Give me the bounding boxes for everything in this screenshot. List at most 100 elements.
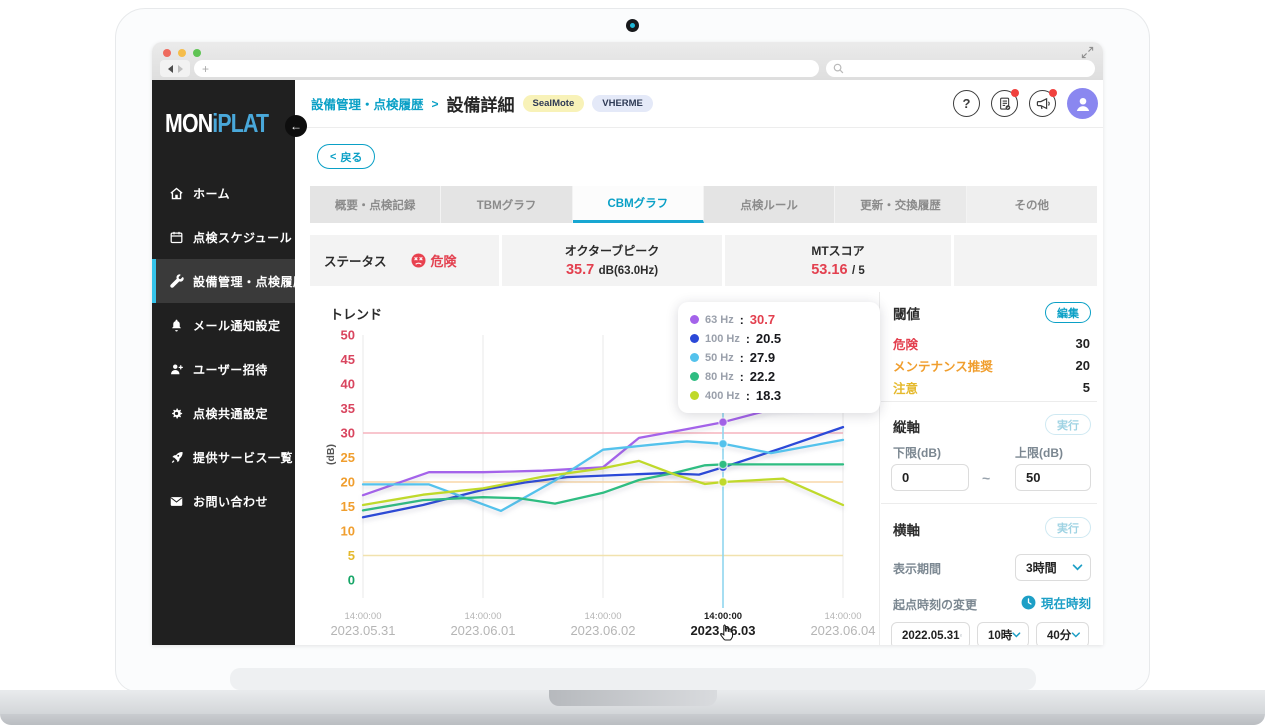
edit-threshold-button[interactable]: 編集 bbox=[1045, 302, 1091, 323]
origin-date-input[interactable]: 2022.05.31 bbox=[891, 622, 970, 645]
back-button[interactable]: < 戻る bbox=[317, 144, 375, 169]
status-cell: ステータス 危険 bbox=[310, 235, 499, 286]
mt-score-suffix: / 5 bbox=[852, 265, 865, 277]
tab-tbm-graph[interactable]: TBMグラフ bbox=[441, 186, 572, 223]
browser-navrow: + bbox=[160, 60, 1095, 77]
moniplat-logo: MONiPLAT bbox=[165, 108, 272, 139]
svg-text:2023.06.01: 2023.06.01 bbox=[450, 623, 515, 638]
search-icon bbox=[833, 63, 844, 74]
webcam-icon bbox=[626, 19, 639, 32]
status-label: ステータス bbox=[324, 251, 387, 270]
laptop-hinge bbox=[230, 668, 1036, 690]
url-bar[interactable]: + bbox=[194, 60, 819, 77]
status-empty-cell bbox=[954, 235, 1097, 286]
sidebar-item-mail-settings[interactable]: メール通知設定 bbox=[152, 303, 295, 347]
svg-text:2023.05.31: 2023.05.31 bbox=[330, 623, 395, 638]
threshold-row: 危険30 bbox=[893, 332, 1090, 354]
tooltip-row: 100 Hz:20.5 bbox=[690, 329, 868, 348]
tooltip-series-label: 100 Hz bbox=[705, 333, 740, 345]
tooltip-row: 80 Hz:22.2 bbox=[690, 367, 868, 386]
announcements-button[interactable] bbox=[1029, 90, 1056, 117]
section-divider bbox=[881, 503, 1097, 504]
tab-other[interactable]: その他 bbox=[967, 186, 1097, 223]
sidebar-item-label: お問い合わせ bbox=[193, 493, 268, 510]
sidebar-item-home[interactable]: ホーム bbox=[152, 171, 295, 215]
svg-text:14:00:00: 14:00:00 bbox=[345, 611, 382, 622]
sidebar-item-schedule[interactable]: 点検スケジュール bbox=[152, 215, 295, 259]
display-period-select[interactable]: 3時間 bbox=[1015, 554, 1091, 581]
tab-rules[interactable]: 点検ルール bbox=[704, 186, 835, 223]
svg-text:14:00:00: 14:00:00 bbox=[704, 611, 742, 622]
svg-text:25: 25 bbox=[341, 450, 355, 465]
sidebar-item-equipment[interactable]: 設備管理・点検履歴 bbox=[152, 259, 295, 303]
rocket-icon bbox=[169, 450, 184, 465]
tooltip-row: 50 Hz:27.9 bbox=[690, 348, 868, 367]
person-icon bbox=[1072, 93, 1094, 115]
tooltip-colon: : bbox=[740, 313, 744, 327]
tab-history[interactable]: 更新・交換履歴 bbox=[835, 186, 966, 223]
document-icon bbox=[997, 96, 1013, 112]
threshold-value: 20 bbox=[1076, 358, 1090, 373]
home-icon bbox=[169, 186, 184, 201]
equipment-badge-vherme: VHERME bbox=[592, 95, 653, 112]
logo-part-plat: PLAT bbox=[217, 108, 268, 138]
octave-peak-number: 35.7 bbox=[566, 262, 594, 278]
sidebar-item-label: 設備管理・点検履歴 bbox=[193, 273, 306, 290]
tab-overview[interactable]: 概要・点検記録 bbox=[310, 186, 441, 223]
series-dot-icon bbox=[690, 353, 699, 362]
header-icons: ? bbox=[953, 88, 1098, 119]
lower-limit-input[interactable]: 0 bbox=[891, 464, 969, 491]
tab-cbm-graph[interactable]: CBMグラフ bbox=[573, 186, 704, 223]
horizontal-axis-execute-button[interactable]: 実行 bbox=[1045, 517, 1091, 538]
origin-hour-select[interactable]: 10時 bbox=[977, 622, 1029, 645]
threshold-label: 注意 bbox=[893, 378, 918, 397]
help-button[interactable]: ? bbox=[953, 90, 980, 117]
forward-nav-button[interactable] bbox=[178, 65, 183, 73]
sidebar-item-invite[interactable]: ユーザー招待 bbox=[152, 347, 295, 391]
search-bar[interactable] bbox=[826, 60, 1095, 77]
bell-icon bbox=[169, 318, 184, 333]
release-notes-button[interactable] bbox=[991, 90, 1018, 117]
origin-hour-value: 10時 bbox=[988, 627, 1012, 643]
tooltip-colon: : bbox=[746, 389, 750, 403]
threshold-rows: 危険30メンテナンス推奨20注意5 bbox=[893, 332, 1090, 398]
user-avatar[interactable] bbox=[1067, 88, 1098, 119]
stage: + MONiPLAT ← ホーム点検スケジュール設備管理・点検履歴メール通知設定… bbox=[0, 0, 1265, 728]
sidebar-item-label: ホーム bbox=[193, 185, 230, 202]
sidebar-item-contact[interactable]: お問い合わせ bbox=[152, 479, 295, 523]
browser-window: + MONiPLAT ← ホーム点検スケジュール設備管理・点検履歴メール通知設定… bbox=[152, 42, 1103, 645]
current-time-link[interactable]: 現在時刻 bbox=[1021, 593, 1091, 612]
close-window-button[interactable] bbox=[163, 49, 171, 57]
laptop-base-edge bbox=[0, 714, 1265, 725]
gear-icon bbox=[169, 406, 184, 421]
origin-date-value: 2022.05.31 bbox=[902, 630, 960, 642]
breadcrumb-parent-link[interactable]: 設備管理・点検履歴 bbox=[311, 94, 424, 113]
svg-text:40: 40 bbox=[341, 377, 355, 392]
vertical-axis-execute-button[interactable]: 実行 bbox=[1045, 414, 1091, 435]
upper-limit-input[interactable]: 50 bbox=[1015, 464, 1091, 491]
tooltip-series-value: 20.5 bbox=[756, 331, 781, 346]
sidebar-item-common-settings[interactable]: 点検共通設定 bbox=[152, 391, 295, 435]
tab-label: TBMグラフ bbox=[477, 197, 536, 213]
mt-score-cell: MTスコア 53.16 / 5 bbox=[725, 235, 951, 286]
origin-minute-select[interactable]: 40分 bbox=[1036, 622, 1089, 645]
chart-tooltip: 63 Hz:30.7100 Hz:20.550 Hz:27.980 Hz:22.… bbox=[678, 302, 880, 413]
settings-panel: 閾値 編集 危険30メンテナンス推奨20注意5 縦軸 実行 下限(dB) 上限(… bbox=[881, 292, 1097, 645]
sidebar-collapse-button[interactable]: ← bbox=[285, 115, 307, 137]
display-period-value: 3時間 bbox=[1026, 559, 1057, 576]
back-nav-button[interactable] bbox=[168, 65, 173, 73]
maximize-window-button[interactable] bbox=[193, 49, 201, 57]
minimize-window-button[interactable] bbox=[178, 49, 186, 57]
threshold-row: 注意5 bbox=[893, 376, 1090, 398]
series-dot-icon bbox=[690, 334, 699, 343]
octave-peak-unit: dB(63.0Hz) bbox=[599, 265, 658, 277]
tooltip-colon: : bbox=[746, 332, 750, 346]
svg-text:30: 30 bbox=[341, 426, 355, 441]
sidebar-item-label: 提供サービス一覧 bbox=[193, 449, 293, 466]
sidebar-item-services[interactable]: 提供サービス一覧 bbox=[152, 435, 295, 479]
threshold-row: メンテナンス推奨20 bbox=[893, 354, 1090, 376]
hand-cursor-icon bbox=[716, 622, 737, 645]
horizontal-axis-section-title: 横軸 bbox=[893, 519, 920, 539]
current-time-label: 現在時刻 bbox=[1041, 593, 1091, 612]
main-area: 設備管理・点検履歴 > 設備詳細 SealMote VHERME ? bbox=[295, 80, 1103, 645]
